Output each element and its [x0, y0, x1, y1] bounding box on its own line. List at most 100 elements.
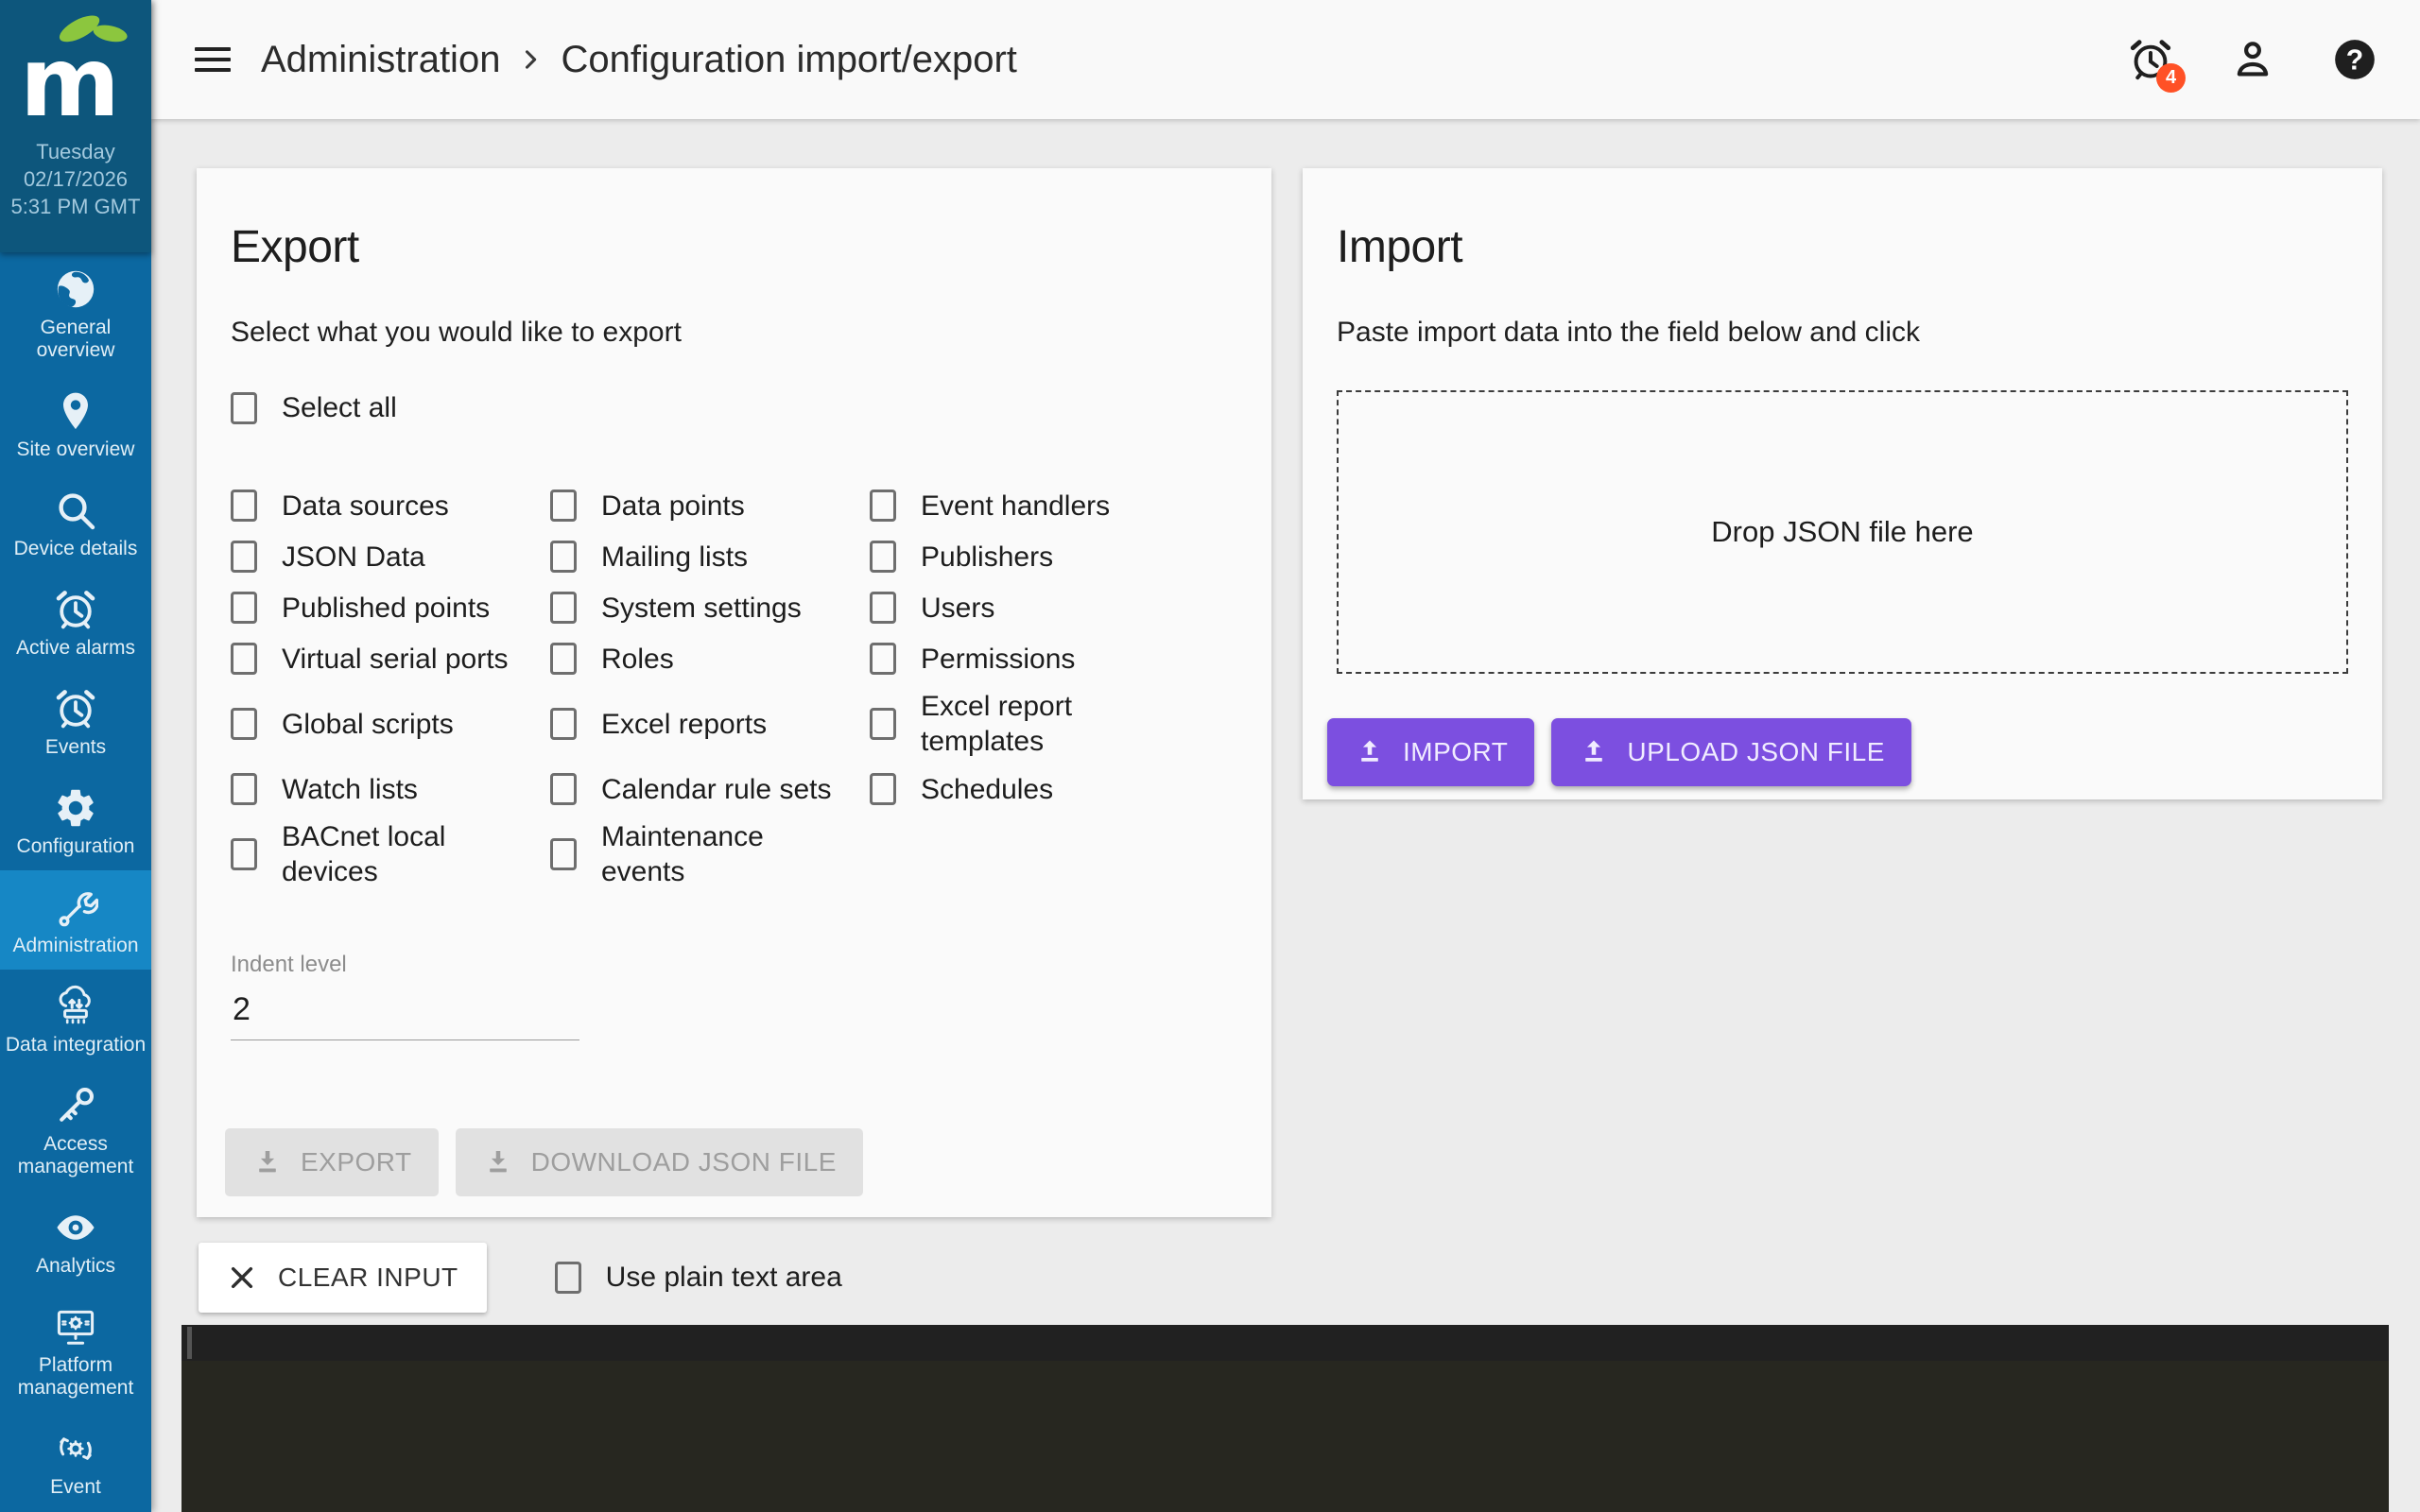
download-icon	[259, 1150, 276, 1173]
checkbox-event-handlers[interactable]: Event handlers	[870, 485, 1237, 526]
svg-text:?: ?	[2346, 44, 2363, 76]
upload-icon	[1361, 740, 1378, 762]
sidebar-item-site-overview[interactable]: Site overview	[0, 374, 151, 473]
checkbox-bacnet-local-devices[interactable]: BACnet local devices	[231, 819, 550, 889]
checkbox-box[interactable]	[231, 592, 257, 624]
user-button[interactable]	[2229, 36, 2276, 83]
checkbox-roles[interactable]: Roles	[550, 638, 870, 679]
checkbox-permissions[interactable]: Permissions	[870, 638, 1237, 679]
checkbox-label: System settings	[601, 592, 802, 624]
checkbox-box[interactable]	[550, 773, 577, 805]
breadcrumb-parent[interactable]: Administration	[261, 39, 500, 81]
checkbox-system-settings[interactable]: System settings	[550, 587, 870, 628]
json-dropzone[interactable]: Drop JSON file here	[1337, 390, 2348, 674]
checkbox-label: Data sources	[282, 490, 449, 522]
import-buttons: IMPORT UPLOAD JSON FILE	[1327, 718, 1911, 786]
checkbox-box[interactable]	[231, 643, 257, 675]
checkbox-box[interactable]	[870, 643, 896, 675]
sidebar-item-data-integration[interactable]: Data integration	[0, 970, 151, 1069]
indent-level-field: Indent level	[231, 952, 1237, 1040]
select-all-label: Select all	[282, 392, 397, 423]
checkbox-calendar-rule-sets[interactable]: Calendar rule sets	[550, 768, 870, 810]
alarms-button[interactable]: 4	[2127, 36, 2186, 93]
checkbox-box[interactable]	[550, 490, 577, 522]
checkbox-box[interactable]	[870, 490, 896, 522]
checkbox-box[interactable]	[550, 643, 577, 675]
checkbox-data-sources[interactable]: Data sources	[231, 485, 550, 526]
checkbox-virtual-serial-ports[interactable]: Virtual serial ports	[231, 638, 550, 679]
sidebar-item-event[interactable]: Event	[0, 1412, 151, 1511]
export-button[interactable]: EXPORT	[225, 1128, 439, 1196]
checkbox-box[interactable]	[550, 592, 577, 624]
sidebar-item-general-overview[interactable]: General overview	[0, 252, 151, 374]
json-input-editor[interactable]	[182, 1325, 2389, 1512]
checkbox-maintenance-events[interactable]: Maintenance events	[550, 819, 870, 889]
breadcrumb: Administration Configuration import/expo…	[261, 39, 1017, 81]
topbar-actions: 4 ?	[2127, 36, 2378, 93]
sidebar-item-label: Analytics	[35, 1255, 116, 1277]
indent-level-input[interactable]	[231, 980, 579, 1040]
checkbox-excel-report-templates[interactable]: Excel report templates	[870, 689, 1237, 759]
checkbox-box[interactable]	[870, 541, 896, 573]
dropzone-text: Drop JSON file here	[1711, 515, 1974, 548]
help-icon: ?	[2335, 40, 2375, 79]
sidebar-item-analytics[interactable]: Analytics	[0, 1191, 151, 1290]
sidebar-item-active-alarms[interactable]: Active alarms	[0, 573, 151, 672]
plain-text-area-checkbox[interactable]: Use plain text area	[554, 1262, 842, 1294]
checkbox-label: Mailing lists	[601, 541, 749, 573]
sidebar-item-events[interactable]: Events	[0, 672, 151, 771]
checkbox-global-scripts[interactable]: Global scripts	[231, 689, 550, 759]
sidebar-item-label: Platform management	[17, 1354, 134, 1399]
checkbox-label: Event handlers	[921, 490, 1111, 522]
upload-icon	[1585, 740, 1603, 762]
checkbox-box[interactable]	[550, 708, 577, 740]
checkbox-mailing-lists[interactable]: Mailing lists	[550, 536, 870, 577]
clear-input-button[interactable]: CLEAR INPUT	[199, 1243, 487, 1313]
checkbox-box[interactable]	[231, 392, 257, 424]
import-instruction: Paste import data into the field below a…	[1337, 317, 1921, 348]
checkbox-box[interactable]	[550, 838, 577, 870]
sidebar-item-label: Events	[44, 736, 107, 758]
checkbox-box[interactable]	[550, 541, 577, 573]
checkbox-box[interactable]	[870, 773, 896, 805]
export-title: Export	[231, 222, 359, 272]
checkbox-box[interactable]	[231, 773, 257, 805]
menu-icon[interactable]	[195, 41, 231, 78]
export-card: Export Select what you would like to exp…	[197, 168, 1271, 1217]
sidebar-item-label: Active alarms	[15, 637, 136, 659]
help-button[interactable]: ?	[2331, 36, 2378, 83]
import-button[interactable]: IMPORT	[1327, 718, 1535, 786]
checkbox-schedules[interactable]: Schedules	[870, 768, 1237, 810]
sidebar-item-label: Device details	[13, 538, 138, 559]
globe-icon	[53, 266, 98, 312]
checkbox-box[interactable]	[870, 708, 896, 740]
checkbox-box[interactable]	[231, 708, 257, 740]
upload-json-file-button[interactable]: UPLOAD JSON FILE	[1551, 718, 1911, 786]
checkbox-box[interactable]	[870, 592, 896, 624]
checkbox-publishers[interactable]: Publishers	[870, 536, 1237, 577]
checkbox-watch-lists[interactable]: Watch lists	[231, 768, 550, 810]
checkbox-box[interactable]	[231, 541, 257, 573]
checkbox-label: Calendar rule sets	[601, 773, 832, 805]
select-all-checkbox[interactable]: Select all	[231, 392, 397, 424]
checkbox-box[interactable]	[231, 838, 257, 870]
download-json-file-button[interactable]: DOWNLOAD JSON FILE	[455, 1128, 863, 1196]
checkbox-box[interactable]	[231, 490, 257, 522]
checkbox-published-points[interactable]: Published points	[231, 587, 550, 628]
sidebar-item-platform-management[interactable]: Platform management	[0, 1290, 151, 1412]
checkbox-users[interactable]: Users	[870, 587, 1237, 628]
checkbox-excel-reports[interactable]: Excel reports	[550, 689, 870, 759]
sidebar-item-configuration[interactable]: Configuration	[0, 771, 151, 870]
checkbox-label: Virtual serial ports	[282, 643, 509, 675]
checkbox-box[interactable]	[554, 1262, 581, 1294]
sidebar-item-administration[interactable]: Administration	[0, 870, 151, 970]
location-pin-icon	[53, 388, 98, 434]
mango-logo[interactable]: m	[0, 0, 151, 138]
checkbox-json-data[interactable]: JSON Data	[231, 536, 550, 577]
checkbox-label: Excel reports	[601, 708, 768, 740]
sidebar-item-device-details[interactable]: Device details	[0, 473, 151, 573]
download-icon	[489, 1150, 507, 1173]
sidebar-item-access-management[interactable]: Access management	[0, 1069, 151, 1191]
sidebar: m Tuesday 02/17/2026 5:31 PM GMT General…	[0, 0, 151, 1512]
checkbox-data-points[interactable]: Data points	[550, 485, 870, 526]
